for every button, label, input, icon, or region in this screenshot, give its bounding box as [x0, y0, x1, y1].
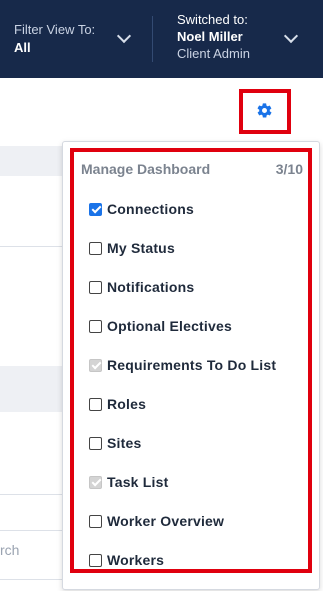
filter-view-label: Filter View To: — [14, 22, 96, 37]
widget-checkbox — [89, 475, 102, 489]
manage-dashboard-header: Manage Dashboard 3/10 — [81, 161, 303, 177]
gear-icon[interactable] — [256, 102, 273, 119]
widget-label: Optional Electives — [107, 318, 232, 334]
widget-label: Sites — [107, 435, 142, 451]
filter-view-dropdown[interactable]: Filter View To: All — [14, 22, 95, 55]
selected-count: 3/10 — [275, 161, 303, 177]
background-search-placeholder: rch — [0, 542, 20, 558]
dashboard-widget-option[interactable]: Worker Overview — [89, 511, 224, 531]
user-role: Client Admin — [177, 46, 250, 61]
widget-label: Worker Overview — [107, 513, 225, 529]
background-section-header — [0, 146, 70, 176]
widget-checkbox[interactable] — [89, 241, 102, 255]
top-bar: Filter View To: All Switched to: Noel Mi… — [0, 0, 323, 78]
chevron-down-icon[interactable] — [116, 28, 132, 44]
dashboard-widget-option: Requirements To Do List — [89, 355, 276, 375]
dashboard-widget-option[interactable]: Notifications — [89, 277, 194, 297]
dashboard-widget-option[interactable]: Roles — [89, 394, 146, 414]
widget-checkbox[interactable] — [89, 553, 102, 567]
dashboard-widget-option[interactable]: Sites — [89, 433, 141, 453]
widget-label: My Status — [107, 240, 175, 256]
widget-label: Task List — [107, 474, 169, 490]
dashboard-widget-option[interactable]: Workers — [89, 550, 164, 570]
widget-label: Notifications — [107, 279, 195, 295]
background-divider — [0, 494, 70, 495]
user-name: Noel Miller — [177, 29, 243, 44]
widget-checkbox[interactable] — [89, 319, 102, 333]
widget-label: Requirements To Do List — [107, 357, 277, 373]
switched-to-label: Switched to: — [177, 12, 248, 27]
widget-checkbox[interactable] — [89, 397, 102, 411]
chevron-down-icon[interactable] — [283, 28, 299, 44]
manage-dashboard-title: Manage Dashboard — [81, 161, 211, 177]
dashboard-widget-option: Task List — [89, 472, 168, 492]
header-divider — [152, 16, 153, 62]
widget-checkbox[interactable] — [89, 280, 102, 294]
switched-user-dropdown[interactable]: Switched to: Noel Miller Client Admin — [177, 12, 250, 61]
widget-label: Roles — [107, 396, 147, 412]
background-divider — [0, 246, 70, 247]
filter-view-value: All — [14, 40, 31, 55]
widget-checkbox[interactable] — [89, 514, 102, 528]
background-section-header — [0, 366, 70, 412]
widget-label: Connections — [107, 201, 194, 217]
widget-checkbox[interactable] — [89, 436, 102, 450]
dashboard-widget-option[interactable]: My Status — [89, 238, 175, 258]
dashboard-widget-option[interactable]: Connections — [89, 199, 194, 219]
widget-label: Workers — [107, 552, 165, 568]
widget-checkbox — [89, 358, 102, 372]
dashboard-widget-option[interactable]: Optional Electives — [89, 316, 232, 336]
widget-checkbox[interactable] — [89, 202, 102, 216]
